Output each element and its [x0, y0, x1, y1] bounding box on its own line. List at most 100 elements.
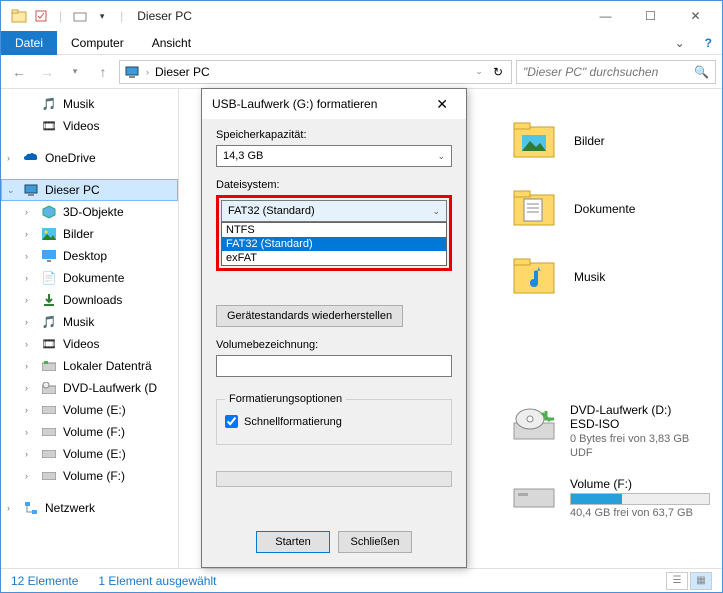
status-bar: 12 Elemente 1 Element ausgewählt ☰ ▦ [1, 568, 722, 592]
address-field[interactable]: › Dieser PC ⌄ ↻ [119, 60, 512, 84]
close-button[interactable]: Schließen [338, 531, 412, 553]
drive-usage-bar [570, 493, 710, 505]
dialog-title: USB-Laufwerk (G:) formatieren [212, 97, 377, 111]
tree-item-thispc[interactable]: ⌄Dieser PC [1, 179, 178, 201]
chevron-down-icon: ⌄ [432, 206, 440, 217]
minimize-button[interactable]: — [583, 1, 628, 31]
dialog-close-button[interactable]: ✕ [428, 94, 456, 115]
tab-view[interactable]: Ansicht [138, 31, 205, 55]
music-folder-icon [512, 255, 556, 299]
close-button[interactable]: ✕ [673, 1, 718, 31]
tree-item-downloads[interactable]: ›Downloads [1, 289, 178, 311]
documents-icon: 📄 [41, 270, 57, 286]
fs-option-exfat[interactable]: exFAT [222, 251, 446, 265]
fs-option-ntfs[interactable]: NTFS [222, 223, 446, 237]
breadcrumb[interactable]: Dieser PC [155, 65, 210, 79]
status-count: 12 Elemente [11, 574, 78, 588]
network-icon [23, 500, 39, 516]
dvd-drive-icon [512, 407, 556, 441]
dvd-icon [41, 380, 57, 396]
fs-option-fat32[interactable]: FAT32 (Standard) [222, 237, 446, 251]
drive-icon [512, 481, 556, 515]
tree-item-network[interactable]: ›Netzwerk [1, 497, 178, 519]
tree-item-music[interactable]: 🎵Musik [1, 93, 178, 115]
downloads-icon [41, 292, 57, 308]
drive-icon [41, 402, 57, 418]
tree-item-vole[interactable]: ›Volume (E:) [1, 399, 178, 421]
folder-pictures[interactable]: Bilder [512, 119, 702, 163]
capacity-select[interactable]: 14,3 GB⌄ [216, 145, 452, 167]
pc-icon [23, 182, 39, 198]
window-title: Dieser PC [137, 9, 192, 23]
volume-label-input[interactable] [216, 355, 452, 377]
search-input[interactable] [523, 65, 694, 79]
forward-button[interactable]: → [35, 60, 59, 84]
address-bar: ← → ▾ ↑ › Dieser PC ⌄ ↻ 🔍 [1, 55, 722, 89]
tree-item-localdisk[interactable]: ›Lokaler Datenträ [1, 355, 178, 377]
folder-music[interactable]: Musik [512, 255, 702, 299]
navigation-tree: 🎵Musik 🎞Videos ›OneDrive ⌄Dieser PC ›3D-… [1, 89, 179, 568]
filesystem-select[interactable]: FAT32 (Standard)⌄ [221, 200, 447, 222]
drive-filesystem: UDF [570, 447, 702, 459]
chevron-down-icon: ⌄ [437, 151, 445, 162]
tab-file[interactable]: Datei [1, 31, 57, 55]
qat-new-folder-icon[interactable] [72, 8, 88, 24]
video-icon: 🎞 [41, 336, 57, 352]
view-icons-icon[interactable]: ▦ [690, 572, 712, 590]
ribbon-expand-icon[interactable]: ⌄ [665, 36, 695, 50]
drive-dvd[interactable]: DVD-Laufwerk (D:) ESD-ISO 0 Bytes frei v… [512, 403, 702, 459]
ribbon: Datei Computer Ansicht ⌄ ? [1, 31, 722, 55]
progress-bar [216, 471, 452, 487]
tree-item-dvd[interactable]: ›DVD-Laufwerk (D [1, 377, 178, 399]
start-button[interactable]: Starten [256, 531, 330, 553]
titlebar: | ▾ | Dieser PC — ☐ ✕ [1, 1, 722, 31]
qat-properties-icon[interactable] [33, 8, 49, 24]
search-icon[interactable]: 🔍 [694, 65, 709, 79]
tree-item-videos[interactable]: 🎞Videos [1, 115, 178, 137]
recent-locations-icon[interactable]: ▾ [63, 60, 87, 84]
refresh-icon[interactable]: ↻ [489, 65, 507, 79]
qat-dropdown-icon[interactable]: ▾ [94, 8, 110, 24]
restore-defaults-button[interactable]: Gerätestandards wiederherstellen [216, 305, 403, 327]
drive-freespace: 0 Bytes frei von 3,83 GB [570, 433, 702, 445]
search-box[interactable]: 🔍 [516, 60, 716, 84]
tree-item-volf[interactable]: ›Volume (F:) [1, 421, 178, 443]
tree-item-vole2[interactable]: ›Volume (E:) [1, 443, 178, 465]
drive-icon [41, 446, 57, 462]
back-button[interactable]: ← [7, 60, 31, 84]
help-icon[interactable]: ? [695, 36, 722, 50]
onedrive-icon [23, 150, 39, 166]
folder-documents[interactable]: Dokumente [512, 187, 702, 231]
tree-item-videos2[interactable]: ›🎞Videos [1, 333, 178, 355]
drive-label: Volume (F:) [570, 477, 710, 491]
volume-label-label: Volumebezeichnung: [216, 339, 452, 351]
drive-freespace: 40,4 GB frei von 63,7 GB [570, 507, 710, 519]
tree-item-3dobjects[interactable]: ›3D-Objekte [1, 201, 178, 223]
music-icon: 🎵 [41, 96, 57, 112]
address-dropdown-icon[interactable]: ⌄ [475, 66, 483, 77]
desktop-icon [41, 248, 57, 264]
maximize-button[interactable]: ☐ [628, 1, 673, 31]
tree-item-onedrive[interactable]: ›OneDrive [1, 147, 178, 169]
quick-format-checkbox[interactable]: Schnellformatierung [225, 415, 443, 428]
pictures-folder-icon [512, 119, 556, 163]
view-details-icon[interactable]: ☰ [666, 572, 688, 590]
up-button[interactable]: ↑ [91, 60, 115, 84]
pictures-icon [41, 226, 57, 242]
tree-item-documents[interactable]: ›📄Dokumente [1, 267, 178, 289]
tab-computer[interactable]: Computer [57, 31, 138, 55]
folder-label: Musik [574, 270, 605, 284]
video-icon: 🎞 [41, 118, 57, 134]
drive-label: DVD-Laufwerk (D:) ESD-ISO [570, 403, 702, 431]
format-dialog: USB-Laufwerk (G:) formatieren ✕ Speicher… [201, 88, 467, 568]
tree-item-desktop[interactable]: ›Desktop [1, 245, 178, 267]
tree-item-volf2[interactable]: ›Volume (F:) [1, 465, 178, 487]
folder-label: Bilder [574, 134, 605, 148]
documents-folder-icon [512, 187, 556, 231]
tree-item-pictures[interactable]: ›Bilder [1, 223, 178, 245]
format-options-label: Formatierungsoptionen [225, 393, 346, 405]
drive-icon [41, 468, 57, 484]
drive-volf[interactable]: Volume (F:) 40,4 GB frei von 63,7 GB [512, 477, 702, 519]
pc-icon [124, 64, 140, 80]
tree-item-music2[interactable]: ›🎵Musik [1, 311, 178, 333]
